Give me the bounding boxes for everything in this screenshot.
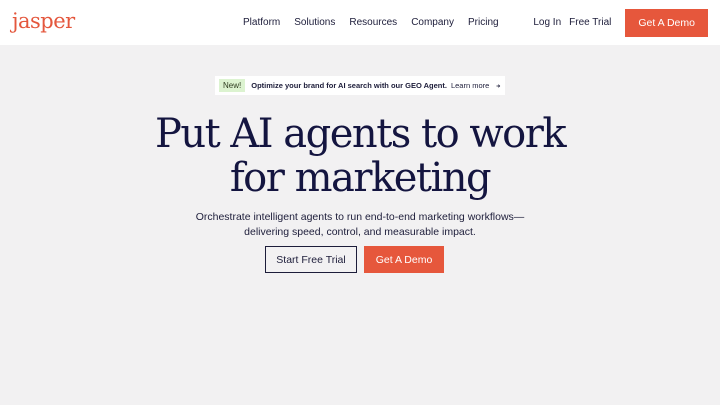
hero-cta-row: Start Free Trial Get A Demo (0, 246, 720, 273)
hero-title-line-2: for marketing (229, 155, 492, 201)
learn-more-link[interactable]: Learn more (451, 81, 489, 90)
hero-title-line-1: Put AI agents to work (154, 111, 567, 157)
get-demo-button[interactable]: Get A Demo (364, 246, 444, 273)
main-menu: Platform Solutions Resources Company Pri… (243, 0, 499, 45)
nav-item-company[interactable]: Company (411, 17, 454, 28)
free-trial-link[interactable]: Free Trial (569, 17, 611, 28)
hero-title: Put AI agents to work for marketing (0, 112, 720, 200)
announcement-banner[interactable]: New! Optimize your brand for AI search w… (215, 76, 505, 95)
nav-item-solutions[interactable]: Solutions (294, 17, 335, 28)
hero-subtitle-line-1: Orchestrate intelligent agents to run en… (195, 211, 525, 223)
nav-item-platform[interactable]: Platform (243, 17, 280, 28)
start-free-trial-button[interactable]: Start Free Trial (265, 246, 357, 273)
new-badge: New! (219, 79, 246, 92)
hero-subtitle: Orchestrate intelligent agents to run en… (0, 210, 720, 240)
banner-text: Optimize your brand for AI search with o… (251, 81, 447, 90)
nav-demo-button[interactable]: Get A Demo (625, 8, 708, 37)
arrow-right-icon (496, 83, 501, 88)
nav-actions: Log In Free Trial Get A Demo (533, 0, 708, 45)
nav-item-pricing[interactable]: Pricing (468, 17, 499, 28)
top-nav: jasper Platform Solutions Resources Comp… (0, 0, 720, 45)
hero-subtitle-line-2: delivering speed, control, and measurabl… (244, 226, 476, 238)
jasper-logo[interactable]: jasper (12, 8, 75, 34)
nav-item-resources[interactable]: Resources (349, 17, 397, 28)
login-link[interactable]: Log In (533, 17, 561, 28)
